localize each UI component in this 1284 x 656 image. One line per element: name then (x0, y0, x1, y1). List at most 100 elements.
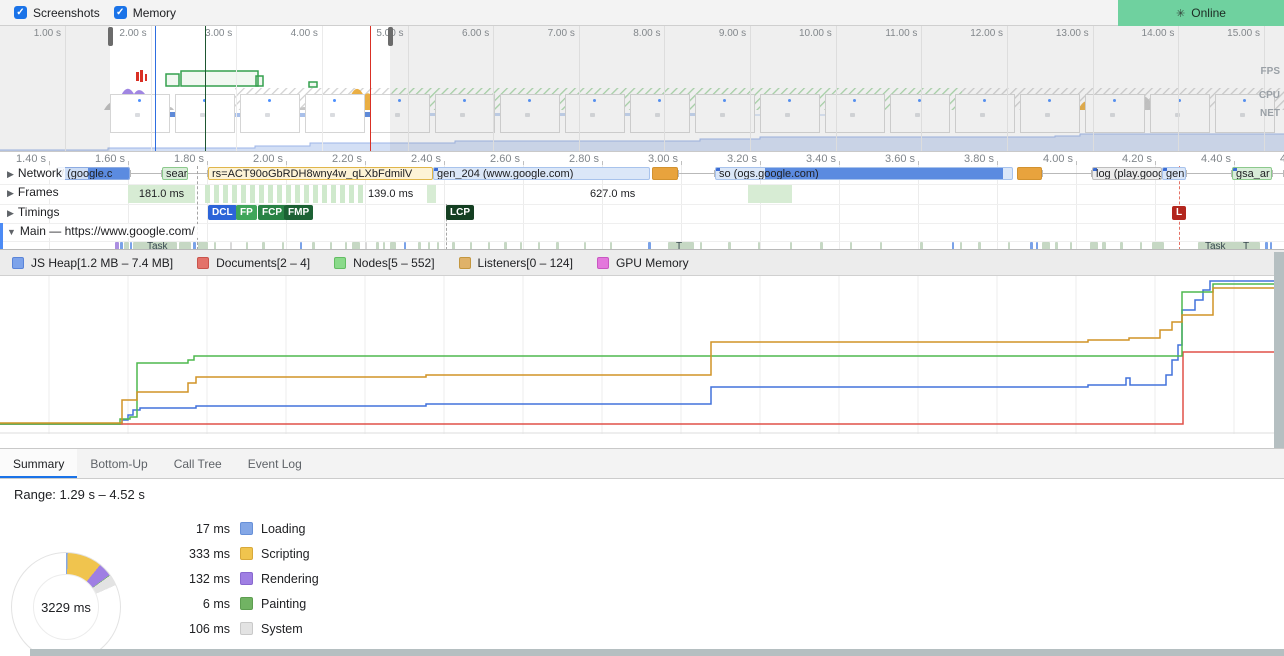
track-label-main[interactable]: ▼Main — https://www.google.com/ (4, 224, 198, 238)
task-bar[interactable] (758, 242, 760, 250)
task-bar[interactable] (1152, 242, 1164, 250)
task-bar[interactable] (1090, 242, 1098, 250)
task-bar[interactable] (452, 242, 455, 250)
task-bar[interactable] (790, 242, 792, 250)
vertical-scrollbar[interactable] (1274, 252, 1284, 448)
task-bar[interactable] (1270, 242, 1272, 250)
memory-counter-toggle[interactable]: JS Heap[1.2 MB – 7.4 MB] (12, 256, 173, 270)
task-bar[interactable] (214, 242, 216, 250)
network-request-bar[interactable]: log (play.goog (1092, 167, 1162, 180)
frame-item[interactable] (427, 185, 436, 203)
task-bar[interactable] (179, 242, 191, 250)
task-bar[interactable] (648, 242, 651, 250)
task-bar[interactable] (300, 242, 302, 250)
track-label-timings[interactable]: ▶Timings (4, 205, 62, 219)
frame-item[interactable] (205, 185, 365, 203)
task-bar[interactable] (124, 242, 129, 250)
tab-call-tree[interactable]: Call Tree (161, 449, 235, 478)
network-request-bar[interactable] (652, 167, 678, 180)
task-bar[interactable] (470, 242, 472, 250)
task-bar[interactable] (376, 242, 379, 250)
task-bar[interactable] (1120, 242, 1123, 250)
task-bar[interactable] (1265, 242, 1268, 250)
task-bar[interactable] (1070, 242, 1072, 250)
timing-badge-l[interactable]: L (1172, 206, 1186, 220)
memory-counter-toggle[interactable]: GPU Memory (597, 256, 689, 270)
task-bar[interactable] (488, 242, 490, 250)
network-throttling-indicator[interactable]: ✳ Online (1118, 0, 1284, 26)
frame-item[interactable] (748, 185, 792, 203)
horizontal-scrollbar[interactable] (30, 649, 1284, 656)
network-request-bar[interactable]: gen_204 (www.google.com) (433, 167, 650, 180)
filmstrip-thumb[interactable] (110, 94, 170, 133)
selection-handle-right[interactable] (388, 27, 393, 46)
memory-counter-chart[interactable] (0, 276, 1284, 448)
timing-badge-fmp[interactable]: FMP (284, 205, 313, 220)
task-bar[interactable] (193, 242, 196, 250)
task-bar[interactable] (198, 242, 208, 250)
task-bar[interactable] (230, 242, 232, 250)
track-label-network[interactable]: ▶Network (4, 166, 65, 180)
network-request-bar[interactable]: sear (162, 167, 188, 180)
task-bar[interactable] (978, 242, 981, 250)
tab-bottom-up[interactable]: Bottom-Up (77, 449, 160, 478)
task-bar[interactable] (383, 242, 385, 250)
task-bar[interactable] (1030, 242, 1033, 250)
task-bar[interactable] (130, 242, 132, 250)
network-request-bar[interactable]: gen (1162, 167, 1186, 180)
timing-badge-dcl[interactable]: DCL (208, 205, 237, 220)
memory-counter-toggle[interactable]: Listeners[0 – 124] (459, 256, 573, 270)
main-thread-activity[interactable]: TaskTTaskT (0, 242, 1284, 250)
task-bar[interactable] (880, 242, 882, 250)
tab-event-log[interactable]: Event Log (235, 449, 315, 478)
network-request-bar[interactable] (1017, 167, 1042, 180)
task-bar[interactable] (1036, 242, 1038, 250)
task-bar[interactable] (960, 242, 962, 250)
task-bar[interactable] (246, 242, 248, 250)
network-request-bar[interactable]: so (ogs.google.com) (715, 167, 1013, 180)
filmstrip-thumb[interactable] (305, 94, 365, 133)
task-bar[interactable] (437, 242, 439, 250)
task-bar[interactable] (1102, 242, 1106, 250)
task-bar[interactable] (538, 242, 540, 250)
memory-checkbox[interactable]: ✓ Memory (114, 6, 176, 20)
task-bar[interactable] (1140, 242, 1142, 250)
task-bar[interactable] (728, 242, 731, 250)
task-bar[interactable] (282, 242, 284, 250)
frame-item[interactable]: 139.0 ms (368, 185, 423, 203)
task-bar[interactable] (428, 242, 430, 250)
network-request-bar[interactable]: / (google.c (57, 167, 130, 180)
task-bar[interactable] (520, 242, 522, 250)
network-request-bar[interactable]: rs=ACT90oGbRDH8wny4w_qLXbFdmilV (208, 167, 433, 180)
task-bar[interactable] (262, 242, 265, 250)
tab-summary[interactable]: Summary (0, 449, 77, 478)
flamechart-tracks[interactable]: 1.40 s1.60 s1.80 s2.00 s2.20 s2.40 s2.60… (0, 152, 1284, 250)
screenshots-checkbox[interactable]: ✓ Screenshots (14, 6, 100, 20)
frame-item[interactable]: 627.0 ms (590, 185, 650, 203)
task-bar[interactable] (584, 242, 586, 250)
timing-badge-fp[interactable]: FP (236, 205, 257, 220)
task-bar[interactable] (504, 242, 507, 250)
task-bar[interactable] (390, 242, 396, 250)
task-bar[interactable] (700, 242, 702, 250)
task-bar[interactable] (404, 242, 406, 250)
task-bar[interactable] (312, 242, 315, 250)
task-bar[interactable] (850, 242, 852, 250)
timing-badge-lcp[interactable]: LCP (446, 205, 474, 220)
task-bar[interactable] (556, 242, 559, 250)
memory-counter-toggle[interactable]: Documents[2 – 4] (197, 256, 310, 270)
task-bar[interactable] (120, 242, 123, 250)
task-bar[interactable] (610, 242, 612, 250)
selection-handle-left[interactable] (108, 27, 113, 46)
task-bar[interactable] (1008, 242, 1010, 250)
task-bar[interactable] (352, 242, 360, 250)
task-bar[interactable] (115, 242, 119, 250)
task-bar[interactable] (952, 242, 954, 250)
task-bar[interactable] (820, 242, 823, 250)
task-bar[interactable] (1055, 242, 1058, 250)
task-bar[interactable] (920, 242, 923, 250)
frame-item[interactable]: 181.0 ms (128, 185, 195, 203)
task-bar[interactable] (330, 242, 332, 250)
task-bar[interactable] (365, 242, 367, 250)
task-bar[interactable] (418, 242, 421, 250)
